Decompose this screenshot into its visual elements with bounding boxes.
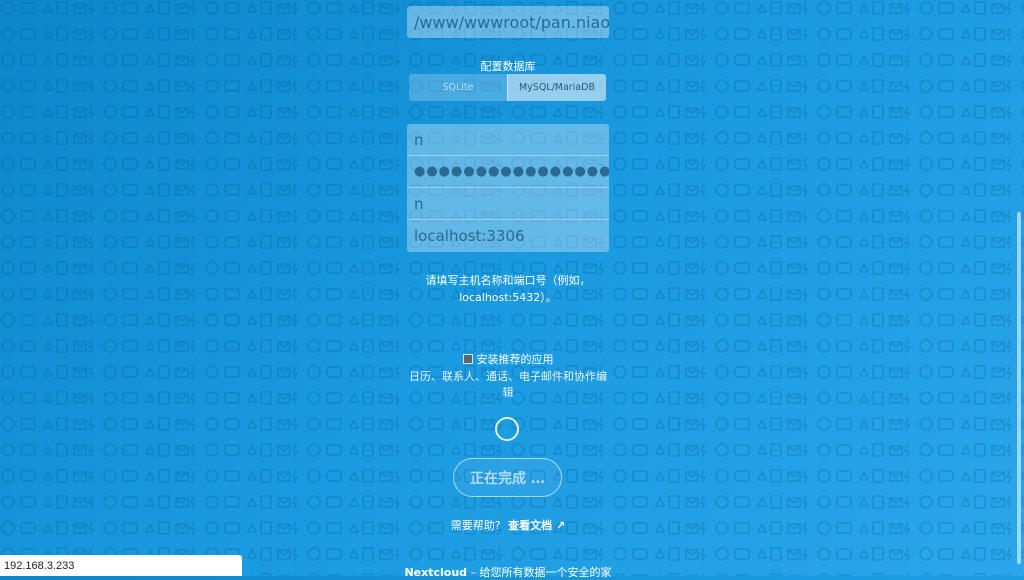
db-name-input[interactable]: n [407,188,609,220]
page-scrollbar[interactable] [1014,0,1024,576]
db-password-field[interactable]: ●●●●●●●●●●●●●●●● [407,156,609,188]
footer-tagline: – 给您所有数据一个安全的家 [467,566,612,579]
data-directory-input[interactable]: /www/wwwroot/pan.niaodl [407,6,609,38]
database-type-toggle: SQLite MySQL/MariaDB [409,74,606,101]
database-section-label: 配置数据库 [480,60,536,73]
database-credentials-group: n ●●●●●●●●●●●●●●●● n localhost:3306 [407,124,609,252]
loading-spinner-icon [495,417,519,441]
db-option-mysql[interactable]: MySQL/MariaDB [507,74,606,101]
browser-status-url: 192.168.3.233 [0,555,242,576]
help-prefix: 需要帮助? [450,519,501,532]
db-option-sqlite[interactable]: SQLite [409,74,507,101]
footer-brand-link[interactable]: Nextcloud [404,566,467,579]
docs-link[interactable]: 查看文档 ↗ [508,519,565,532]
install-apps-description: 日历、联系人、通话、电子邮件和协作编辑 [409,370,607,399]
db-password-input[interactable]: ●●●●●●●●●●●●●●●● [414,164,609,179]
install-apps-label: 安装推荐的应用 [476,353,554,366]
host-hint-text: 请填写主机名称和端口号（例如，localhost:5432）。 [425,274,591,304]
help-line: 需要帮助? 查看文档 ↗ [407,517,609,533]
checkbox-icon[interactable] [462,354,473,364]
db-host-input[interactable]: localhost:3306 [407,220,609,252]
db-user-input[interactable]: n [407,124,609,156]
install-apps-option[interactable]: 安装推荐的应用 [407,351,609,367]
footer: Nextcloud – 给您所有数据一个安全的家 [397,564,619,580]
finish-setup-button[interactable]: 正在完成 … [453,458,562,497]
scrollbar-thumb[interactable] [1017,212,1021,564]
